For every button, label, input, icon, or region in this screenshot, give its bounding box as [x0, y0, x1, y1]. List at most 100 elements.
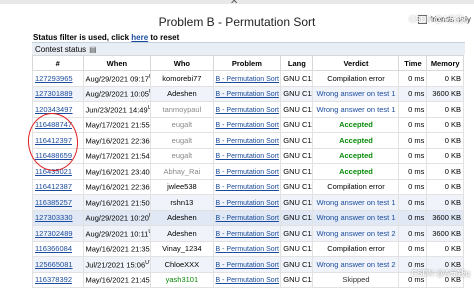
problem-link[interactable]: B - Permutation Sort: [216, 138, 279, 145]
verdict-text[interactable]: Wrong answer on test 2: [316, 260, 395, 269]
header-lang: Lang: [280, 55, 314, 71]
cell-id: 116366084: [32, 240, 84, 257]
filter-reset-link[interactable]: here: [131, 33, 148, 42]
table-row: 116378392 May/16/2021 21:45UTC+8 yash3101 B…: [32, 271, 464, 288]
cell-lang: GNU C11: [280, 209, 314, 226]
cell-problem: B - Permutation Sort: [212, 101, 282, 118]
cell-lang: GNU C11: [280, 147, 314, 164]
submission-link[interactable]: 116412387: [35, 182, 72, 191]
problem-link[interactable]: B - Permutation Sort: [216, 107, 279, 114]
user-link[interactable]: eugalt: [172, 151, 192, 160]
cell-lang: GNU C11: [280, 132, 314, 149]
close-icon[interactable]: ✕: [230, 0, 238, 7]
verdict-text[interactable]: Accepted: [339, 151, 373, 160]
verdict-text[interactable]: Accepted: [339, 120, 373, 129]
header-time: Time: [398, 55, 428, 71]
problem-link[interactable]: B - Permutation Sort: [216, 231, 279, 238]
submission-link[interactable]: 125665081: [35, 260, 73, 269]
cell-memory: 0 KB: [426, 116, 464, 133]
cell-who: rshn13: [150, 194, 214, 211]
user-link[interactable]: jwlee538: [167, 182, 197, 191]
cell-memory: 0 KB: [426, 178, 464, 195]
user-link[interactable]: Vinay_1234: [162, 244, 201, 253]
problem-link[interactable]: B - Permutation Sort: [216, 215, 279, 222]
verdict-text[interactable]: Wrong answer on test 1: [316, 213, 395, 222]
cell-time: 0 ms: [398, 178, 428, 195]
submission-link[interactable]: 116366084: [35, 244, 72, 253]
verdict-text[interactable]: Accepted: [339, 167, 373, 176]
problem-link[interactable]: B - Permutation Sort: [216, 76, 279, 83]
verdict-text[interactable]: Compilation error: [327, 74, 385, 83]
table-row: 127303330 Aug/29/2021 10:20UTC+8 Adeshen B …: [32, 209, 464, 226]
cell-lang: GNU C11: [280, 101, 314, 118]
cell-lang: GNU C11: [280, 240, 314, 257]
user-link[interactable]: Abhay_Rai: [164, 167, 201, 176]
submission-link[interactable]: 127293965: [35, 74, 73, 83]
cell-when: Jul/21/2021 15:06UTC+8: [82, 256, 152, 273]
page-title: Problem B - Permutation Sort: [158, 15, 316, 29]
cell-verdict: Wrong answer on test 1: [312, 209, 400, 226]
verdict-text[interactable]: Accepted: [339, 136, 373, 145]
submission-link[interactable]: 127303330: [35, 213, 73, 222]
user-link[interactable]: eugalt: [172, 120, 192, 129]
cell-lang: GNU C11: [280, 85, 314, 102]
cell-when: Aug/29/2021 10:05UTC+8: [82, 85, 152, 102]
cell-when: Aug/29/2021 09:17UTC+8: [82, 70, 152, 87]
verdict-text[interactable]: Wrong answer on test 1: [316, 105, 395, 114]
cell-time: 0 ms: [398, 147, 428, 164]
submission-link[interactable]: 116385257: [35, 198, 72, 207]
user-link[interactable]: yash3101: [166, 275, 199, 284]
user-link[interactable]: komorebi77: [162, 74, 201, 83]
problem-link[interactable]: B - Permutation Sort: [216, 200, 279, 207]
user-link[interactable]: eugalt: [172, 136, 192, 145]
cell-time: 0 ms: [398, 116, 428, 133]
problem-link[interactable]: B - Permutation Sort: [216, 184, 279, 191]
verdict-text[interactable]: Wrong answer on test 1: [316, 89, 395, 98]
cell-verdict: Skipped: [312, 271, 400, 288]
problem-link[interactable]: B - Permutation Sort: [216, 91, 279, 98]
problem-link[interactable]: B - Permutation Sort: [216, 122, 279, 129]
verdict-text[interactable]: Wrong answer on test 2: [316, 229, 395, 238]
user-link[interactable]: rshn13: [170, 198, 193, 207]
cell-lang: GNU C11: [280, 70, 314, 87]
cell-when: May/16/2021 21:45UTC+8: [82, 271, 152, 288]
cell-time: 0 ms: [398, 209, 428, 226]
user-link[interactable]: ChloeXXX: [165, 260, 200, 269]
verdict-text[interactable]: Wrong answer on test 1: [316, 198, 395, 207]
problem-link[interactable]: B - Permutation Sort: [216, 262, 279, 269]
cell-who: tanmoypaul: [150, 101, 214, 118]
cell-verdict: Wrong answer on test 2: [312, 225, 400, 242]
verdict-text[interactable]: Compilation error: [327, 182, 385, 191]
submission-link[interactable]: 127302489: [35, 229, 73, 238]
cell-time: 0 ms: [398, 240, 428, 257]
header-id: #: [32, 55, 84, 71]
cell-lang: GNU C11: [280, 194, 314, 211]
user-link[interactable]: Adeshen: [167, 229, 197, 238]
cell-problem: B - Permutation Sort: [212, 85, 282, 102]
problem-link[interactable]: B - Permutation Sort: [216, 169, 279, 176]
table-row: 116385257 May/16/2021 21:50UTC+8 rshn13 B -…: [32, 194, 464, 211]
verdict-text[interactable]: Compilation error: [327, 244, 385, 253]
verdict-text[interactable]: Skipped: [342, 275, 369, 284]
cell-id: 127302489: [32, 225, 84, 242]
cell-who: Abhay_Rai: [150, 163, 214, 180]
submission-link[interactable]: 116378392: [35, 275, 72, 284]
cell-memory: 3600 KB: [426, 225, 464, 242]
cell-id: 125665081: [32, 256, 84, 273]
problem-link[interactable]: B - Permutation Sort: [216, 246, 279, 253]
submission-link[interactable]: 127301889: [35, 89, 73, 98]
problem-link[interactable]: B - Permutation Sort: [216, 277, 279, 284]
when-text: Jun/23/2021 14:49: [85, 105, 148, 114]
filter-prefix: Status filter is used, click: [33, 33, 132, 42]
table-row: 116488747May/17/2021 21:55UTC+8eugaltB -…: [32, 116, 464, 133]
user-link[interactable]: Adeshen: [167, 213, 197, 222]
cell-problem: B - Permutation Sort: [212, 209, 282, 226]
cell-time: 0 ms: [398, 225, 428, 242]
problem-link[interactable]: B - Permutation Sort: [216, 153, 279, 160]
table-row: 127302489 Aug/29/2021 10:11UTC+8 Adeshen B …: [32, 225, 464, 242]
cell-when: May/16/2021 21:35UTC+8: [82, 240, 152, 257]
cell-memory: 0 KB: [426, 240, 464, 257]
contest-status-label: Contest status: [35, 44, 87, 54]
user-link[interactable]: tanmoypaul: [162, 105, 201, 114]
user-link[interactable]: Adeshen: [167, 89, 197, 98]
